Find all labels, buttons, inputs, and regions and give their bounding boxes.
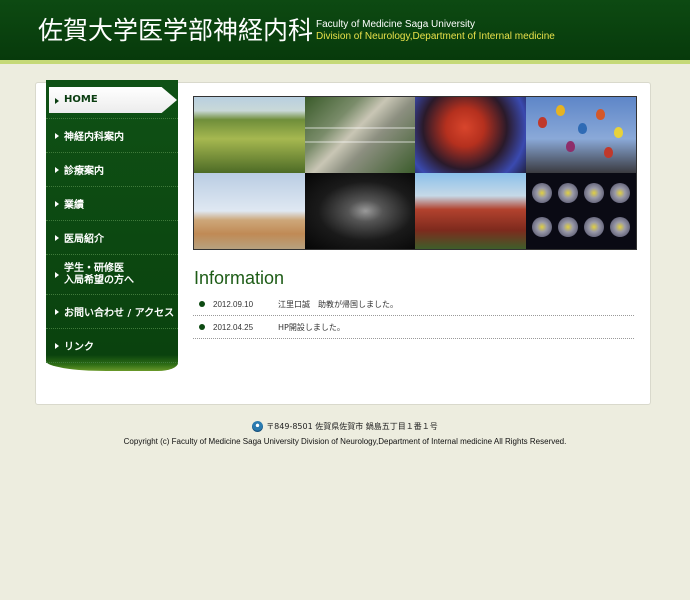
bullet-icon xyxy=(199,324,205,330)
shrine-bridge-photo xyxy=(415,173,526,249)
site-header: 佐賀大学医学部神経内科 Faculty of Medicine Saga Uni… xyxy=(0,0,690,64)
sidebar-item-label: 学生・研修医 入局希望の方へ xyxy=(64,263,134,287)
sidebar-item-label: リンク xyxy=(64,342,94,353)
sidebar-item-clinic[interactable]: 診療案内 xyxy=(46,153,178,187)
sidebar-item-label: お問い合わせ / アクセス xyxy=(64,308,175,319)
balloon-shape xyxy=(537,117,547,128)
news-date: 2012.09.10 xyxy=(213,299,254,309)
brain-slice xyxy=(531,183,552,203)
information-heading: Information xyxy=(194,268,285,288)
building-stripe xyxy=(304,127,415,129)
brain-scan-photo xyxy=(525,173,636,249)
balloon-shape xyxy=(577,123,587,134)
arrow-right-icon xyxy=(55,271,59,278)
hot-air-balloons-photo xyxy=(525,97,636,173)
balloon-shape xyxy=(613,127,623,138)
building-stripe xyxy=(304,141,415,143)
footer-address: 〒849-8501 佐賀県佐賀市 鍋島五丁目１番１号 xyxy=(0,421,690,433)
label-line-2: 入局希望の方へ xyxy=(64,274,134,286)
sidebar-item-label: 神経内科案内 xyxy=(64,132,124,143)
news-list: 2012.09.10 江里口誠 助教が帰国しました。 2012.04.25 HP… xyxy=(193,293,634,339)
arrow-right-icon xyxy=(55,234,59,241)
address-text: 〒849-8501 佐賀県佐賀市 鍋島五丁目１番１号 xyxy=(266,422,438,431)
nav-list: HOME 神経内科案内 診療案内 業績 医局紹介 学生・研修医 入局希望の方へ xyxy=(44,80,178,363)
balloon-shape xyxy=(595,109,605,120)
news-text: HP開設しました。 xyxy=(278,322,345,332)
brain-slice xyxy=(557,183,578,203)
sidebar-item-links[interactable]: リンク xyxy=(46,329,178,363)
brain-slice xyxy=(583,217,604,237)
festival-float-photo xyxy=(415,97,526,173)
bullet-icon xyxy=(199,301,205,307)
news-item[interactable]: 2012.04.25 HP開設しました。 xyxy=(193,316,634,339)
spine-mri-photo xyxy=(304,173,415,249)
brain-slice xyxy=(609,217,630,237)
rice-field-photo xyxy=(194,97,305,173)
subtitle-line-1: Faculty of Medicine Saga University xyxy=(316,19,475,30)
news-date: 2012.04.25 xyxy=(213,322,254,332)
copyright-text: Copyright (c) Faculty of Medicine Saga U… xyxy=(123,437,567,446)
sidebar-item-home[interactable]: HOME xyxy=(46,80,178,119)
brain-slice xyxy=(583,183,604,203)
arrow-right-icon xyxy=(55,166,59,173)
site-title[interactable]: 佐賀大学医学部神経内科 xyxy=(38,14,313,48)
subtitle-line-2: Division of Neurology,Department of Inte… xyxy=(316,31,555,42)
sidebar-item-staff[interactable]: 医局紹介 xyxy=(46,221,178,255)
arrow-right-icon xyxy=(55,200,59,207)
balloon-shape xyxy=(565,141,575,152)
news-text: 江里口誠 助教が帰国しました。 xyxy=(278,299,398,309)
sidebar-item-label: 業績 xyxy=(64,200,84,211)
sidebar-item-recruit[interactable]: 学生・研修医 入局希望の方へ xyxy=(46,255,178,295)
arrow-right-icon xyxy=(55,132,59,139)
sidebar-item-label: 診療案内 xyxy=(64,166,104,177)
sidebar-item-label: 医局紹介 xyxy=(64,234,104,245)
sidebar-nav: HOME 神経内科案内 診療案内 業績 医局紹介 学生・研修医 入局希望の方へ xyxy=(44,80,178,371)
arrow-right-icon xyxy=(55,308,59,315)
photo-mosaic xyxy=(193,96,637,250)
sidebar-item-label: HOME xyxy=(64,93,98,105)
label-line-1: 学生・研修医 xyxy=(64,262,124,274)
campus-aerial-photo xyxy=(304,97,415,173)
brain-slice xyxy=(557,217,578,237)
sidebar-item-achievements[interactable]: 業績 xyxy=(46,187,178,221)
arrow-right-icon xyxy=(55,342,59,349)
site-subtitle: Faculty of Medicine Saga University Divi… xyxy=(316,19,555,43)
location-pin-icon xyxy=(252,421,264,432)
sidebar-item-contact[interactable]: お問い合わせ / アクセス xyxy=(46,295,178,329)
brain-slice xyxy=(609,183,630,203)
sidebar-item-about[interactable]: 神経内科案内 xyxy=(46,119,178,153)
brain-slice xyxy=(531,217,552,237)
watchtower-photo xyxy=(194,173,305,249)
balloon-shape xyxy=(603,147,613,158)
arrow-right-icon xyxy=(55,98,59,104)
news-item[interactable]: 2012.09.10 江里口誠 助教が帰国しました。 xyxy=(193,293,634,316)
balloon-shape xyxy=(555,105,565,116)
